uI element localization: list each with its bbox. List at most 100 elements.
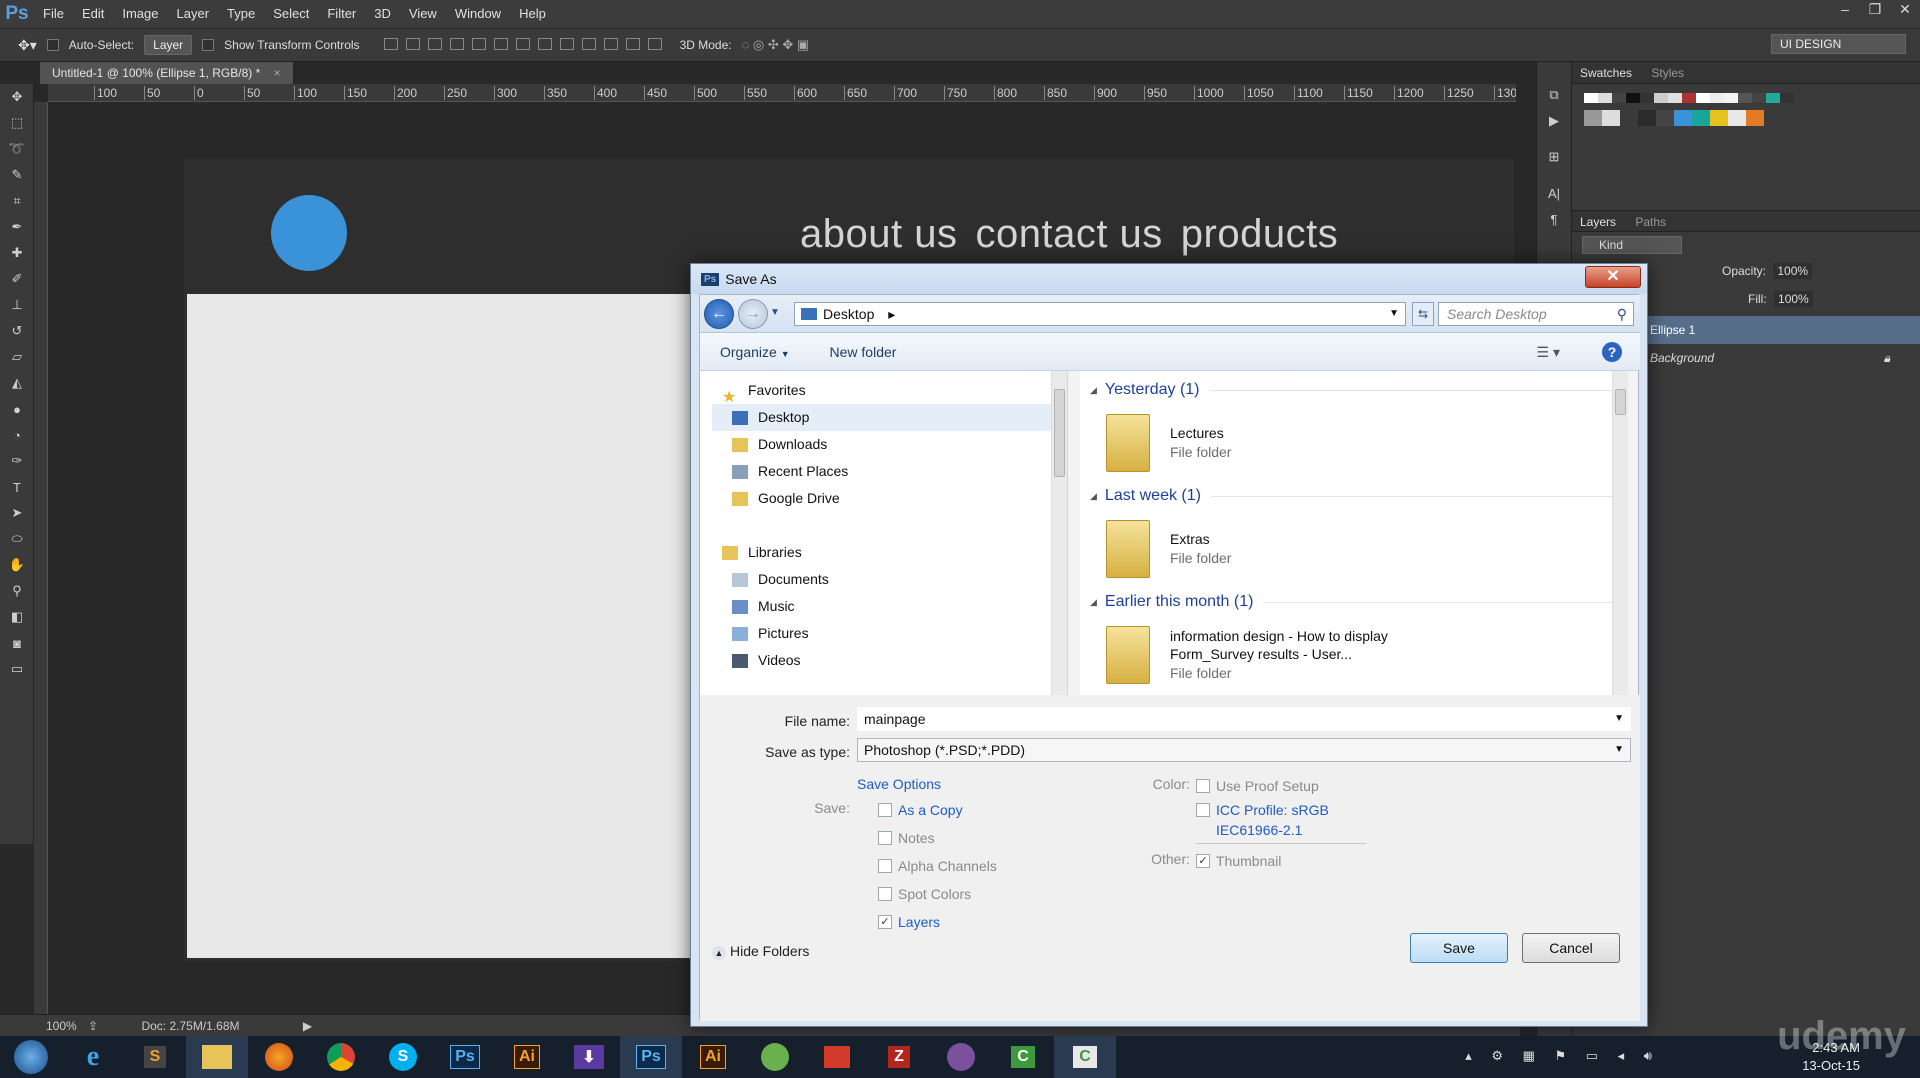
new-folder-button[interactable]: New folder <box>830 344 897 360</box>
nav-desktop[interactable]: Desktop <box>712 404 1067 431</box>
eyedropper-icon[interactable]: ✒ <box>0 214 34 240</box>
nav-scrollbar[interactable] <box>1051 371 1067 695</box>
taskbar-sublime[interactable]: S <box>124 1036 186 1078</box>
group-header[interactable]: ◢ Yesterday (1) <box>1090 375 1616 405</box>
move-icon[interactable]: ✥ <box>0 84 34 110</box>
move-tool-icon[interactable]: ✥▾ <box>18 37 37 54</box>
quick-mask-icon[interactable]: ◙ <box>0 630 34 656</box>
nav-pictures[interactable]: Pictures <box>722 620 1067 647</box>
taskbar-chrome[interactable] <box>310 1036 372 1078</box>
tab-layers[interactable]: Layers <box>1572 211 1624 233</box>
list-item[interactable]: Extras File folder <box>1090 511 1616 587</box>
taskbar-illustrator-2[interactable]: Ai <box>682 1036 744 1078</box>
taskbar-camtasia-2[interactable]: C <box>1054 1036 1116 1078</box>
forward-button[interactable]: → <box>738 299 768 329</box>
workspace-dropdown[interactable]: UI DESIGN <box>1771 34 1906 54</box>
file-name-input[interactable]: mainpage ▼ <box>857 707 1631 731</box>
history-panel-icon[interactable]: ⧉ <box>1537 82 1571 108</box>
tab-close-icon[interactable]: × <box>274 66 281 80</box>
favorites-header[interactable]: ★ Favorites <box>722 377 1067 406</box>
transform-controls-checkbox[interactable] <box>202 39 215 51</box>
taskbar-skype[interactable]: S <box>372 1036 434 1078</box>
fill-value[interactable]: 100% <box>1774 291 1813 307</box>
address-dropdown-icon[interactable]: ▼ <box>1389 303 1399 325</box>
list-item[interactable]: information design - How to display Form… <box>1090 617 1616 693</box>
taskbar-illustrator[interactable]: Ai <box>496 1036 558 1078</box>
menu-image[interactable]: Image <box>113 0 167 28</box>
search-input[interactable]: Search Desktop ⚲ <box>1438 302 1634 326</box>
taskbar-explorer[interactable] <box>186 1036 248 1078</box>
menu-layer[interactable]: Layer <box>168 0 219 28</box>
menu-3d[interactable]: 3D <box>365 0 400 28</box>
menu-filter[interactable]: Filter <box>318 0 365 28</box>
start-button[interactable] <box>0 1036 62 1078</box>
paragraph-panel-icon[interactable]: ¶ <box>1537 206 1571 232</box>
zoom-icon[interactable]: ⚲ <box>0 578 34 604</box>
bucket-icon[interactable]: ◭ <box>0 370 34 396</box>
type-icon[interactable]: T <box>0 474 34 500</box>
status-arrow-icon[interactable]: ▶ <box>303 1019 312 1033</box>
brush-icon[interactable]: ✐ <box>0 266 34 292</box>
thumbnail-checkbox[interactable]: ✓ Thumbnail <box>1196 850 1281 872</box>
as-a-copy-checkbox[interactable]: As a Copy <box>878 799 997 821</box>
alpha-channels-checkbox[interactable]: Alpha Channels <box>878 855 997 877</box>
address-location[interactable]: Desktop <box>823 306 874 322</box>
dodge-icon[interactable]: ◔ <box>0 422 34 448</box>
actions-panel-icon[interactable]: ▶ <box>1537 108 1571 134</box>
group-header[interactable]: ◢ Last week (1) <box>1090 481 1616 511</box>
back-button[interactable]: ← <box>704 299 734 329</box>
taskbar-photoshop[interactable]: Ps <box>434 1036 496 1078</box>
ellipse-layer[interactable] <box>271 195 347 271</box>
libraries-header[interactable]: Libraries <box>722 539 1067 566</box>
taskbar-app[interactable] <box>806 1036 868 1078</box>
screen-mode-icon[interactable]: ▭ <box>0 656 34 682</box>
list-item[interactable]: Lectures File folder <box>1090 405 1616 481</box>
save-type-select[interactable]: Photoshop (*.PSD;*.PDD) ▼ <box>857 738 1631 762</box>
address-bar[interactable]: Desktop ▸ ▼ <box>794 302 1406 326</box>
view-options-icon[interactable]: ☰ ▾ <box>1537 333 1560 371</box>
marquee-icon[interactable]: ⬚ <box>0 110 34 136</box>
opacity-value[interactable]: 100% <box>1773 263 1813 279</box>
blur-icon[interactable]: ● <box>0 396 34 422</box>
notes-checkbox[interactable]: Notes <box>878 827 997 849</box>
save-button[interactable]: Save <box>1410 933 1508 963</box>
character-panel-icon[interactable]: A| <box>1537 180 1571 206</box>
tab-paths[interactable]: Paths <box>1627 211 1674 233</box>
file-list-scrollbar[interactable] <box>1612 371 1628 695</box>
taskbar-utorrent[interactable] <box>744 1036 806 1078</box>
menu-view[interactable]: View <box>400 0 446 28</box>
stamp-icon[interactable]: ⊥ <box>0 292 34 318</box>
pen-icon[interactable]: ✑ <box>0 448 34 474</box>
refresh-icon[interactable]: ⇆ <box>1412 302 1434 326</box>
cancel-button[interactable]: Cancel <box>1522 933 1620 963</box>
taskbar-camtasia[interactable]: C <box>992 1036 1054 1078</box>
3d-mode-icons[interactable]: ◌ ◎ ✣ ✥ ▣ <box>742 37 810 53</box>
spot-colors-checkbox[interactable]: Spot Colors <box>878 883 997 905</box>
path-select-icon[interactable]: ➤ <box>0 500 34 526</box>
chevron-down-icon[interactable]: ▼ <box>1614 708 1624 730</box>
breadcrumb-arrow-icon[interactable]: ▸ <box>888 306 895 322</box>
group-header[interactable]: ◢ Earlier this month (1) <box>1090 587 1616 617</box>
zoom-level[interactable]: 100% <box>46 1019 77 1033</box>
fill-control[interactable]: Fill: 100% <box>1748 291 1813 307</box>
restore-icon[interactable]: ❐ <box>1860 0 1890 20</box>
crop-icon[interactable]: ⌗ <box>0 188 34 214</box>
tray-icons[interactable]: ▴ ⚙ ▦ ⚑ ▭ ◂ 🔊︎ <box>1465 1048 1660 1064</box>
eraser-icon[interactable]: ▱ <box>0 344 34 370</box>
nav-music[interactable]: Music <box>722 593 1067 620</box>
dialog-close-button[interactable]: ✕ <box>1585 266 1641 288</box>
swatch-grid[interactable] <box>1572 84 1920 137</box>
menu-edit[interactable]: Edit <box>73 0 113 28</box>
menu-type[interactable]: Type <box>218 0 264 28</box>
nav-google-drive[interactable]: Google Drive <box>722 485 1067 512</box>
recent-dropdown-icon[interactable]: ▼ <box>770 307 780 318</box>
search-icon[interactable]: ⚲ <box>1617 303 1627 325</box>
adjustments-panel-icon[interactable]: ⊞ <box>1537 144 1571 170</box>
tab-swatches[interactable]: Swatches <box>1572 62 1640 84</box>
auto-select-dropdown[interactable]: Layer <box>144 35 193 55</box>
menu-select[interactable]: Select <box>264 0 318 28</box>
color-swatch-icon[interactable]: ◧ <box>0 604 34 630</box>
opacity-control[interactable]: Opacity: 100% <box>1722 263 1813 279</box>
icc-profile-checkbox[interactable]: ICC Profile: sRGB IEC61966-2.1 <box>1196 799 1329 839</box>
taskbar-ie[interactable]: e <box>62 1036 124 1078</box>
